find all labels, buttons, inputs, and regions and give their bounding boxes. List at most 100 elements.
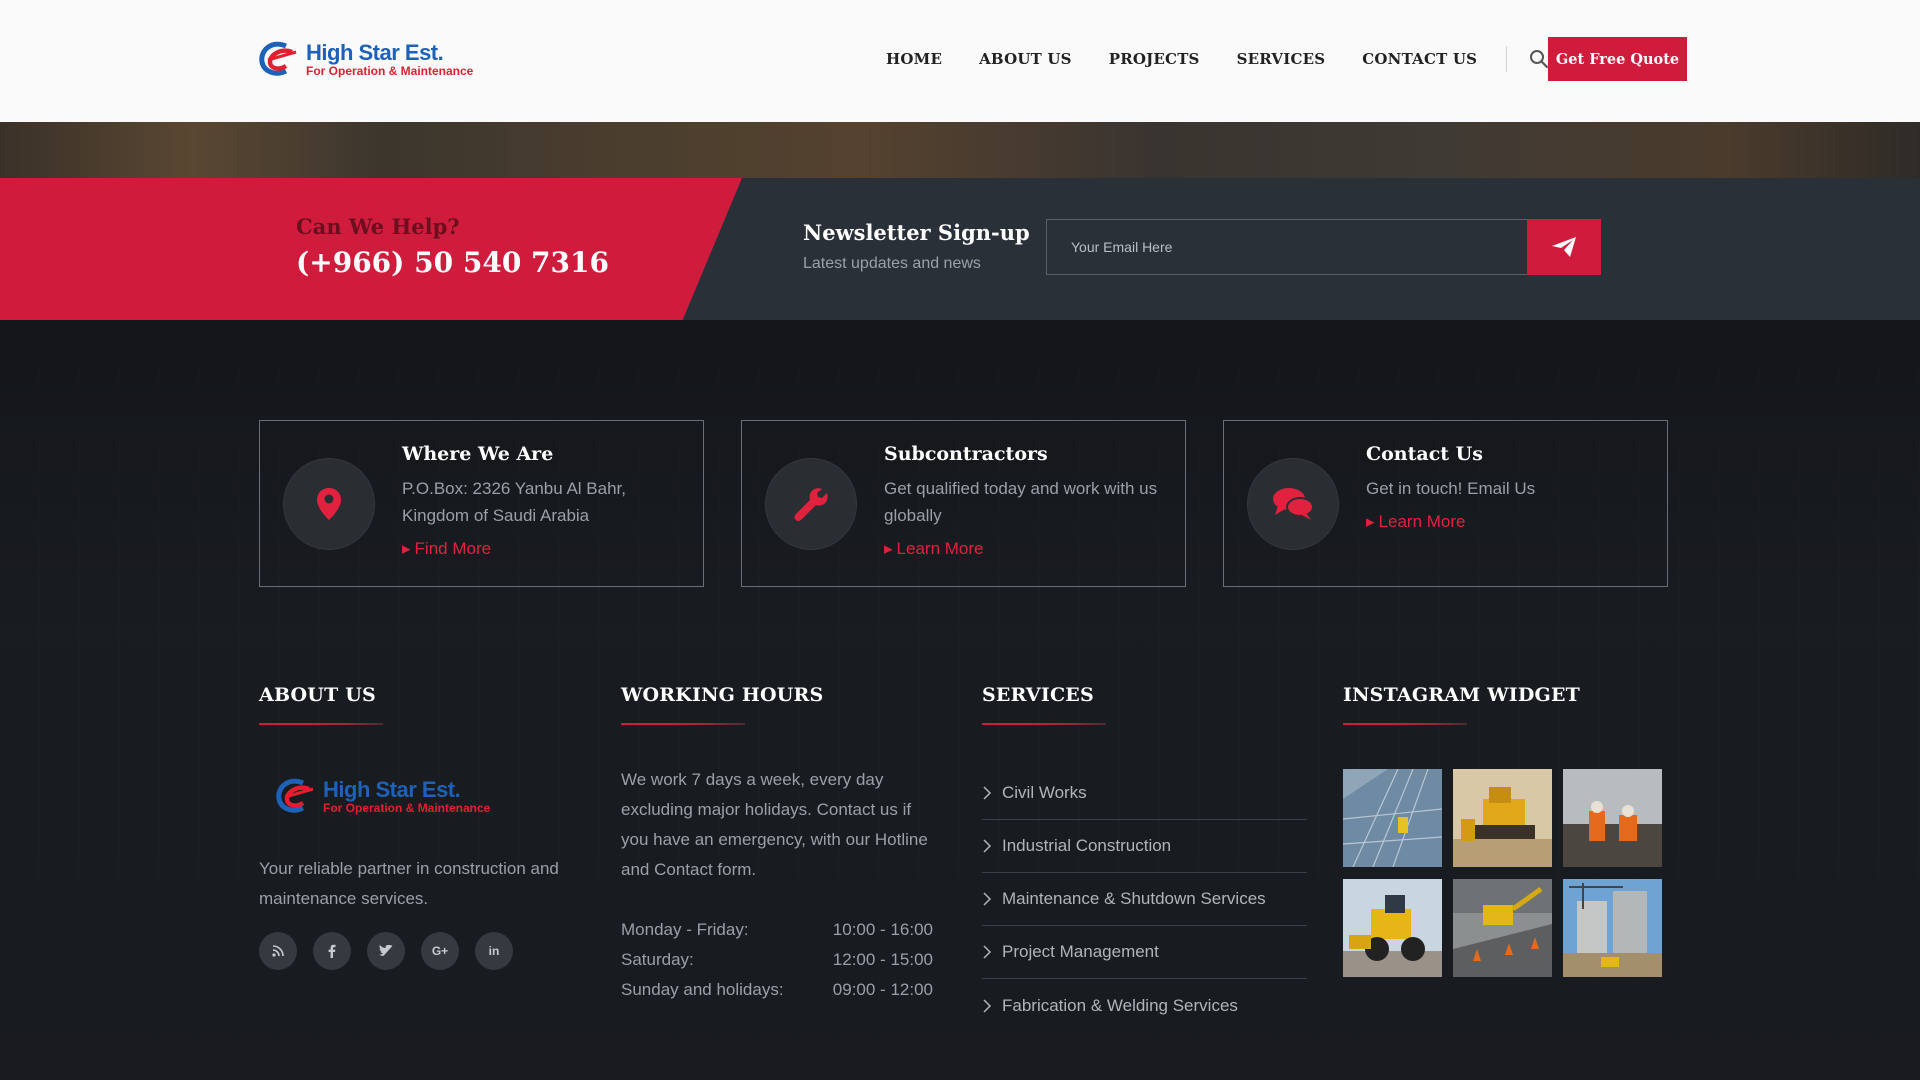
newsletter-title: Newsletter Sign-up — [803, 220, 1030, 245]
newsletter-email-input[interactable] — [1046, 219, 1528, 275]
heading-underline — [621, 723, 745, 725]
hours-day: Saturday: — [621, 950, 694, 969]
info-title: Contact Us — [1366, 443, 1483, 465]
social-google-plus[interactable]: G+ — [421, 932, 459, 970]
instagram-heading: INSTAGRAM WIDGET — [1343, 684, 1580, 706]
chevron-right-icon — [983, 786, 992, 800]
learn-more-link[interactable]: Learn More — [1366, 512, 1466, 532]
newsletter-subtitle: Latest updates and news — [803, 255, 981, 272]
paper-plane-icon — [1552, 237, 1576, 257]
facebook-icon — [328, 944, 336, 958]
info-text: Get qualified today and work with us glo… — [884, 479, 1158, 525]
info-icon-circle — [1248, 459, 1338, 549]
info-text: Get in touch! Email Us — [1366, 479, 1536, 498]
site-logo[interactable]: High Star Est. For Operation & Maintenan… — [256, 38, 473, 80]
search-icon[interactable] — [1529, 49, 1549, 69]
info-icon-circle — [766, 459, 856, 549]
hours-row: Monday - Friday: 10:00 - 16:00 — [621, 920, 933, 940]
help-phone[interactable]: (+966) 50 540 7316 — [296, 246, 609, 279]
working-hours-heading: WORKING HOURS — [621, 684, 824, 706]
heading-underline — [982, 723, 1106, 725]
instagram-thumbnail-workers — [1563, 769, 1662, 867]
logo-subtitle: For Operation & Maintenance — [323, 800, 491, 815]
info-box-location: Where We Are P.O.Box: 2326 Yanbu Al Bahr… — [259, 420, 704, 587]
info-box-contact: Contact Us Get in touch! Email Us Learn … — [1223, 420, 1668, 587]
instagram-photo[interactable] — [1563, 879, 1662, 977]
hours-day: Sunday and holidays: — [621, 980, 784, 999]
social-linkedin[interactable]: in — [475, 932, 513, 970]
hours-row: Sunday and holidays: 09:00 - 12:00 — [621, 980, 933, 1000]
instagram-thumbnail-bulldozer — [1453, 769, 1552, 867]
instagram-thumbnail-building-site — [1563, 879, 1662, 977]
info-icon-circle — [284, 459, 374, 549]
social-facebook[interactable] — [313, 932, 351, 970]
map-marker-icon — [317, 488, 341, 520]
main-nav: HOME ABOUT US PROJECTS SERVICES CONTACT … — [886, 0, 1549, 118]
twitter-icon — [379, 945, 393, 956]
get-free-quote-button[interactable]: Get Free Quote — [1548, 37, 1687, 81]
services-heading: SERVICES — [982, 684, 1094, 706]
instagram-photo[interactable] — [1343, 769, 1442, 867]
wrench-icon — [794, 488, 828, 522]
instagram-thumbnail-loader — [1343, 879, 1442, 977]
heading-underline — [1343, 723, 1467, 725]
service-link-maintenance[interactable]: Maintenance & Shutdown Services — [982, 873, 1307, 926]
service-label: Fabrication & Welding Services — [1002, 995, 1238, 1015]
instagram-thumbnail-road-works — [1453, 879, 1552, 977]
service-link-civil-works[interactable]: Civil Works — [982, 767, 1307, 820]
working-hours-text: We work 7 days a week, every day excludi… — [621, 770, 928, 879]
service-label: Industrial Construction — [1002, 836, 1172, 855]
logo-swoosh-icon — [259, 41, 297, 76]
instagram-photo[interactable] — [1343, 879, 1442, 977]
info-text: P.O.Box: 2326 Yanbu Al Bahr, Kingdom of … — [402, 479, 627, 525]
linkedin-icon: in — [488, 944, 500, 958]
instagram-photo[interactable] — [1563, 769, 1662, 867]
instagram-thumbnail-glass-facade — [1343, 769, 1442, 867]
hero-background-strip — [0, 122, 1920, 178]
rss-icon — [272, 945, 284, 957]
nav-divider — [1506, 46, 1508, 72]
about-heading: ABOUT US — [259, 684, 376, 706]
google-plus-icon: G+ — [431, 944, 449, 958]
hours-time: 12:00 - 15:00 — [832, 950, 933, 969]
heading-underline — [259, 723, 383, 725]
nav-contact-us[interactable]: CONTACT US — [1362, 50, 1477, 68]
site-header: High Star Est. For Operation & Maintenan… — [0, 0, 1920, 122]
chat-bubbles-icon — [1273, 488, 1314, 520]
footer-logo[interactable]: High Star Est. For Operation & Maintenan… — [273, 775, 490, 817]
info-box-subcontractors: Subcontractors Get qualified today and w… — [741, 420, 1186, 587]
newsletter-send-button[interactable] — [1527, 219, 1601, 275]
chevron-right-icon — [983, 892, 992, 906]
service-link-industrial-construction[interactable]: Industrial Construction — [982, 820, 1307, 873]
service-label: Maintenance & Shutdown Services — [1002, 889, 1266, 908]
social-twitter[interactable] — [367, 932, 405, 970]
cta-bar: Can We Help? (+966) 50 540 7316 Newslett… — [0, 178, 1920, 320]
chevron-right-icon — [983, 945, 992, 959]
hours-row: Saturday: 12:00 - 15:00 — [621, 950, 933, 970]
chevron-right-icon — [983, 839, 992, 853]
site-footer: Where We Are P.O.Box: 2326 Yanbu Al Bahr… — [0, 320, 1920, 1080]
logo-subtitle: For Operation & Maintenance — [306, 63, 474, 78]
logo-name: High Star Est. — [323, 776, 461, 802]
nav-home[interactable]: HOME — [886, 50, 942, 68]
service-label: Project Management — [1002, 942, 1159, 961]
find-more-link[interactable]: Find More — [402, 539, 492, 559]
chevron-right-icon — [983, 998, 992, 1013]
logo-swoosh-icon — [276, 778, 314, 813]
help-label: Can We Help? — [296, 214, 460, 239]
info-title: Where We Are — [402, 443, 554, 465]
nav-about-us[interactable]: ABOUT US — [979, 50, 1072, 68]
service-label: Civil Works — [1002, 783, 1087, 802]
nav-services[interactable]: SERVICES — [1237, 50, 1326, 68]
social-rss[interactable] — [259, 932, 297, 970]
nav-projects[interactable]: PROJECTS — [1109, 50, 1200, 68]
instagram-photo[interactable] — [1453, 769, 1552, 867]
learn-more-link[interactable]: Learn More — [884, 539, 984, 559]
service-link-fabrication-welding[interactable]: Fabrication & Welding Services — [982, 979, 1307, 1032]
instagram-photo[interactable] — [1453, 879, 1552, 977]
info-title: Subcontractors — [884, 443, 1048, 465]
hours-day: Monday - Friday: — [621, 920, 749, 939]
service-link-project-management[interactable]: Project Management — [982, 926, 1307, 979]
hours-time: 09:00 - 12:00 — [832, 980, 933, 999]
hours-time: 10:00 - 16:00 — [832, 920, 933, 939]
